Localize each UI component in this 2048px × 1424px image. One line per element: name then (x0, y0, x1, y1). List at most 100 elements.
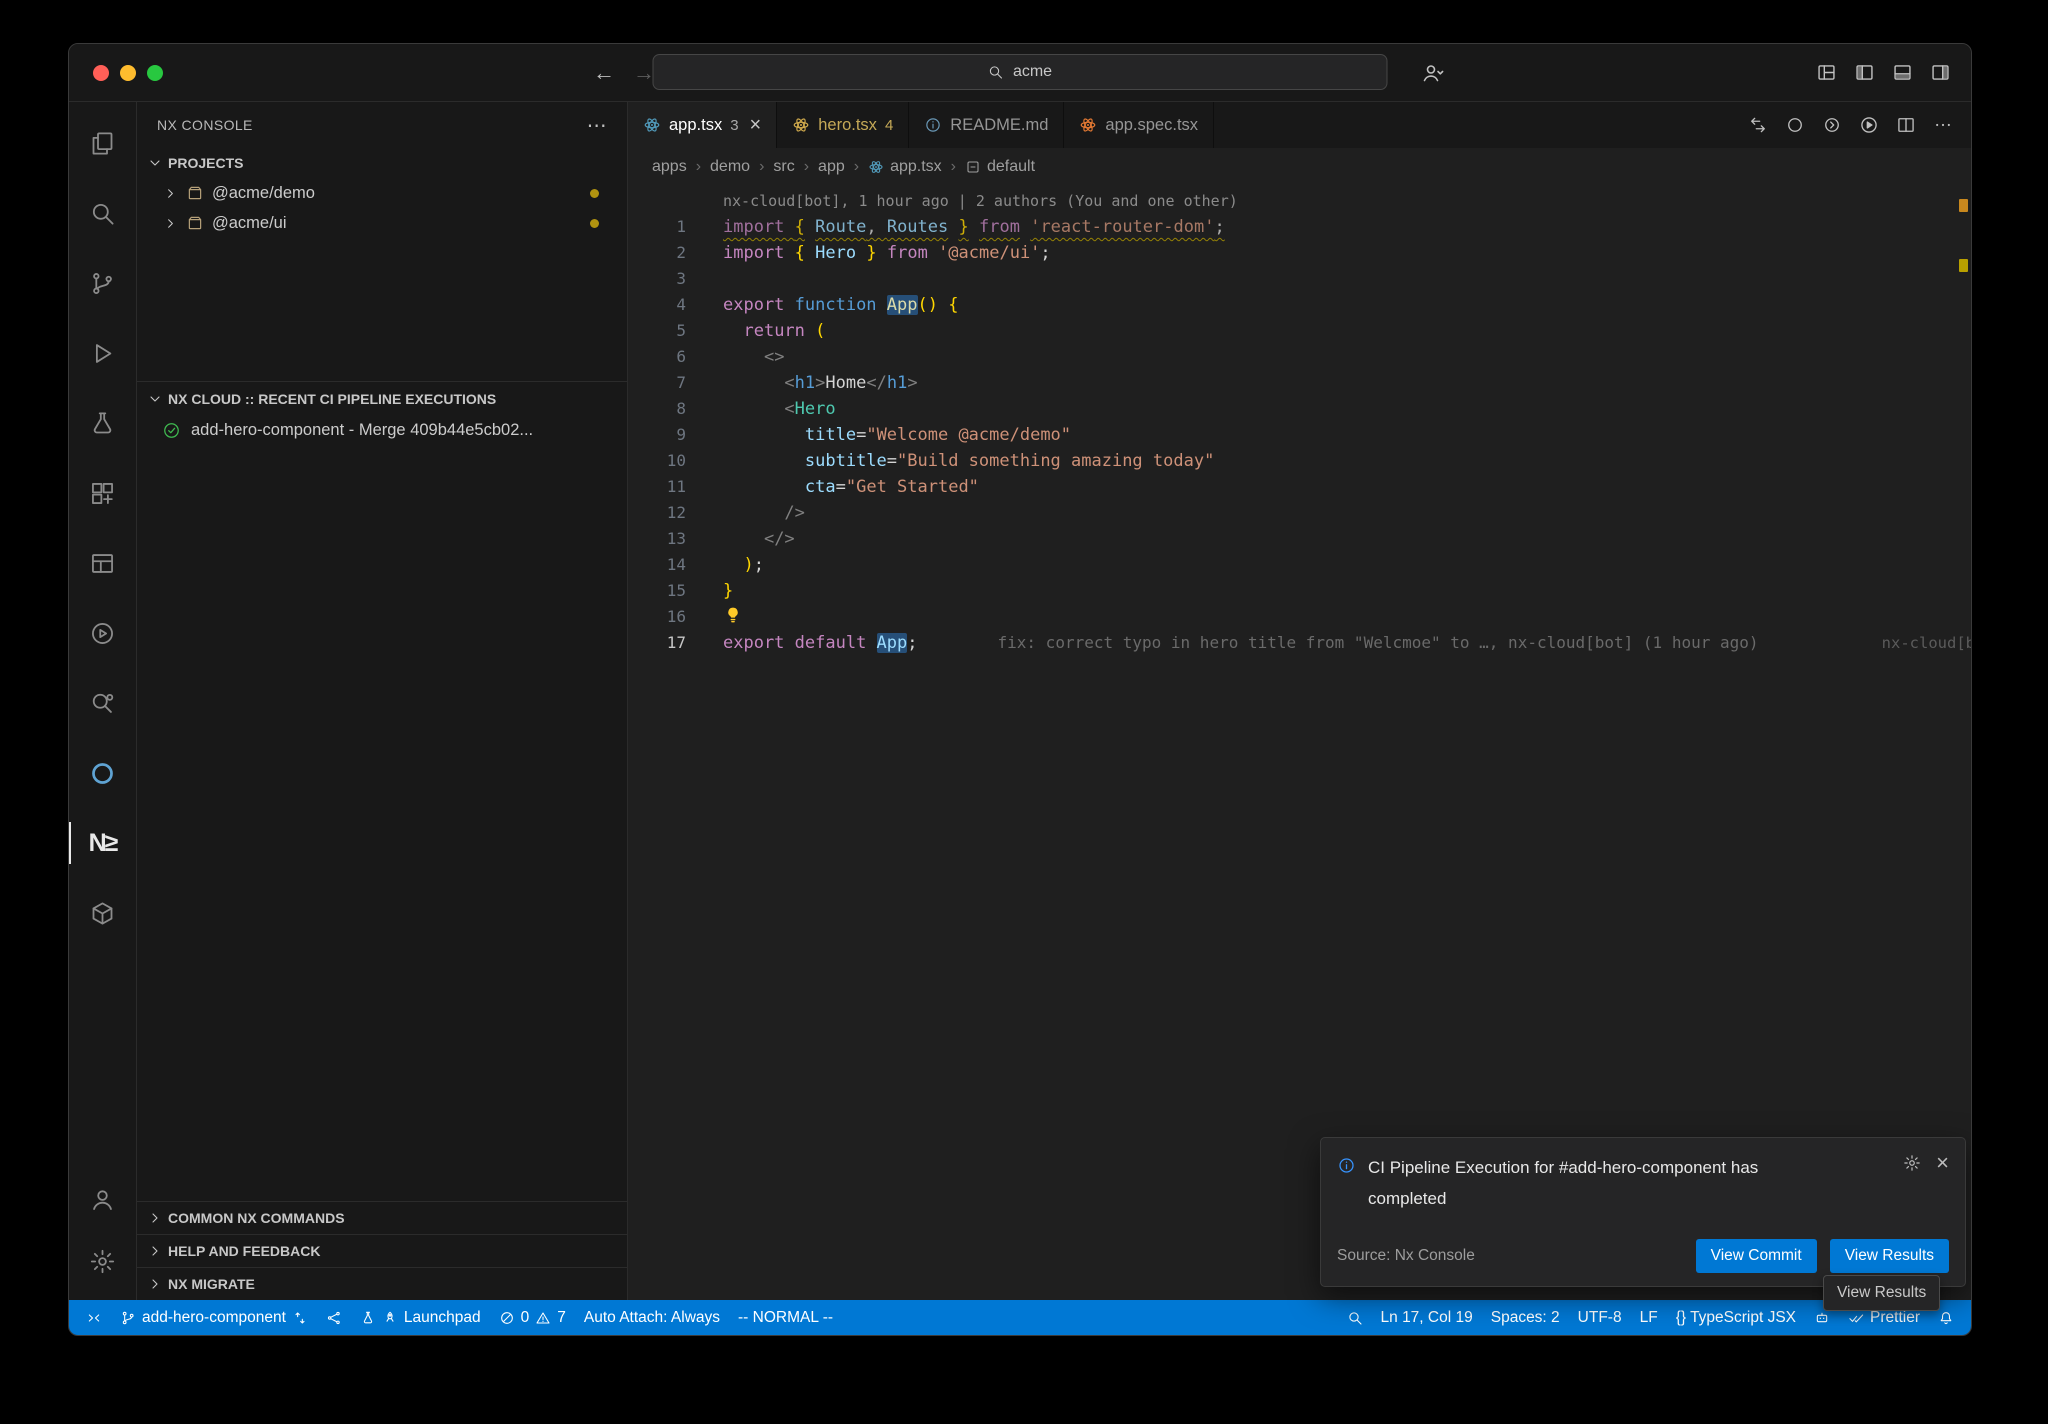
customize-layout-icon[interactable] (1816, 62, 1837, 83)
line-number[interactable]: 15 (628, 578, 723, 604)
section-header-nx-migrate[interactable]: NX MIGRATE (137, 1267, 627, 1300)
tab-README.md[interactable]: README.md (909, 102, 1064, 148)
toggle-panel-icon[interactable] (1892, 62, 1913, 83)
code-line-6[interactable]: 6 <> (628, 344, 1971, 370)
tab-close-icon[interactable]: × (750, 115, 762, 135)
code-line-14[interactable]: 14 ); (628, 552, 1971, 578)
lightbulb-icon[interactable] (723, 605, 743, 625)
language-mode-item[interactable]: {} TypeScript JSX (1667, 1300, 1805, 1335)
project-item-@acme/demo[interactable]: @acme/demo (137, 178, 627, 208)
line-number[interactable]: 5 (628, 318, 723, 344)
accounts-icon[interactable] (1421, 44, 1445, 101)
close-window-button[interactable] (93, 65, 109, 81)
code-line-4[interactable]: 4export function App() { (628, 292, 1971, 318)
tab-app.tsx[interactable]: app.tsx3× (628, 102, 777, 148)
split-editor-icon[interactable] (1896, 115, 1916, 135)
open-changes-icon[interactable] (1748, 115, 1768, 135)
tab-app.spec.tsx[interactable]: app.spec.tsx (1064, 102, 1214, 148)
nx-cloud-section-header[interactable]: NX CLOUD :: RECENT CI PIPELINE EXECUTION… (137, 381, 627, 415)
testing-icon[interactable] (69, 388, 136, 458)
code-editor[interactable]: nx-cloud[bot], 1 hour ago | 2 authors (Y… (628, 185, 1971, 1300)
auto-attach-item[interactable]: Auto Attach: Always (575, 1300, 729, 1335)
settings-gear-icon[interactable] (69, 1230, 136, 1292)
indentation-item[interactable]: Spaces: 2 (1482, 1300, 1569, 1335)
eol-item[interactable]: LF (1631, 1300, 1667, 1335)
remote-indicator[interactable] (77, 1300, 111, 1335)
outline-icon[interactable] (1785, 115, 1805, 135)
git-graph-item[interactable] (317, 1300, 351, 1335)
line-number[interactable]: 12 (628, 500, 723, 526)
toggle-primary-sidebar-icon[interactable] (1854, 62, 1875, 83)
pipeline-execution-item[interactable]: add-hero-component - Merge 409b44e5cb02.… (137, 415, 627, 446)
line-number[interactable]: 6 (628, 344, 723, 370)
code-line-7[interactable]: 7 <h1>Home</h1> (628, 370, 1971, 396)
code-line-2[interactable]: 2import { Hero } from '@acme/ui'; (628, 240, 1971, 266)
search-settings-icon[interactable] (69, 668, 136, 738)
line-number[interactable]: 2 (628, 240, 723, 266)
breadcrumb-item-src[interactable]: src (773, 158, 794, 176)
source-control-icon[interactable] (69, 248, 136, 318)
git-branch-item[interactable]: add-hero-component (111, 1300, 317, 1335)
breadcrumb-item-app[interactable]: app (818, 158, 845, 176)
code-line-13[interactable]: 13 </> (628, 526, 1971, 552)
project-item-@acme/ui[interactable]: @acme/ui (137, 208, 627, 238)
run-task-icon[interactable] (69, 598, 136, 668)
package-explorer-icon[interactable] (69, 878, 136, 948)
line-number[interactable]: 7 (628, 370, 723, 396)
command-center-search[interactable]: acme (653, 54, 1388, 90)
code-line-12[interactable]: 12 /> (628, 500, 1971, 526)
launchpad-item[interactable]: Launchpad (351, 1300, 490, 1335)
code-line-15[interactable]: 15} (628, 578, 1971, 604)
line-number[interactable]: 9 (628, 422, 723, 448)
line-number[interactable]: 4 (628, 292, 723, 318)
line-number[interactable]: 17 (628, 630, 723, 656)
explorer-icon[interactable] (69, 108, 136, 178)
code-line-11[interactable]: 11 cta="Get Started" (628, 474, 1971, 500)
more-actions-icon[interactable] (1933, 115, 1953, 135)
search-icon[interactable] (69, 178, 136, 248)
cursor-position-item[interactable]: Ln 17, Col 19 (1372, 1300, 1482, 1335)
section-header-common-nx-commands[interactable]: COMMON NX COMMANDS (137, 1201, 627, 1234)
breadcrumb[interactable]: apps›demo›src›app›app.tsx›default (628, 148, 1971, 185)
nx-console-icon[interactable]: N≥ (69, 808, 136, 878)
breadcrumb-item-demo[interactable]: demo (710, 158, 750, 176)
line-number[interactable]: 16 (628, 604, 723, 630)
notification-close-icon[interactable]: × (1936, 1152, 1949, 1174)
code-line-3[interactable]: 3 (628, 266, 1971, 292)
breadcrumb-item-app.tsx[interactable]: app.tsx (868, 158, 942, 176)
zoom-item[interactable] (1338, 1300, 1372, 1335)
projects-section-header[interactable]: PROJECTS (137, 148, 627, 178)
notification-settings-icon[interactable] (1903, 1154, 1921, 1172)
code-line-8[interactable]: 8 <Hero (628, 396, 1971, 422)
line-number[interactable]: 14 (628, 552, 723, 578)
edge-devtools-icon[interactable] (69, 738, 136, 808)
zoom-window-button[interactable] (147, 65, 163, 81)
breadcrumb-item-default[interactable]: default (965, 158, 1035, 176)
extensions-icon[interactable] (69, 458, 136, 528)
remote-window-icon[interactable] (69, 528, 136, 598)
code-line-17[interactable]: 17export default App;fix: correct typo i… (628, 630, 1971, 656)
back-icon[interactable]: ← (593, 44, 615, 101)
line-number[interactable]: 8 (628, 396, 723, 422)
code-line-5[interactable]: 5 return ( (628, 318, 1971, 344)
minimize-window-button[interactable] (120, 65, 136, 81)
more-actions-icon[interactable]: ⋯ (587, 113, 607, 138)
code-line-9[interactable]: 9 title="Welcome @acme/demo" (628, 422, 1971, 448)
view-commit-button[interactable]: View Commit (1696, 1239, 1817, 1273)
line-number[interactable]: 1 (628, 214, 723, 240)
run-file-icon[interactable] (1859, 115, 1879, 135)
line-number[interactable]: 3 (628, 266, 723, 292)
tab-hero.tsx[interactable]: hero.tsx4 (777, 102, 909, 148)
toggle-secondary-sidebar-icon[interactable] (1930, 62, 1951, 83)
code-line-16[interactable]: 16 (628, 604, 1971, 630)
line-number[interactable]: 10 (628, 448, 723, 474)
view-results-button[interactable]: View Results (1830, 1239, 1949, 1273)
accounts-icon[interactable] (69, 1168, 136, 1230)
run-debug-icon[interactable] (69, 318, 136, 388)
encoding-item[interactable]: UTF-8 (1569, 1300, 1631, 1335)
breadcrumb-item-apps[interactable]: apps (652, 158, 687, 176)
line-number[interactable]: 13 (628, 526, 723, 552)
code-line-1[interactable]: 1import { Route, Routes } from 'react-ro… (628, 214, 1971, 240)
vim-mode-item[interactable]: -- NORMAL -- (729, 1300, 842, 1335)
code-line-10[interactable]: 10 subtitle="Build something amazing tod… (628, 448, 1971, 474)
